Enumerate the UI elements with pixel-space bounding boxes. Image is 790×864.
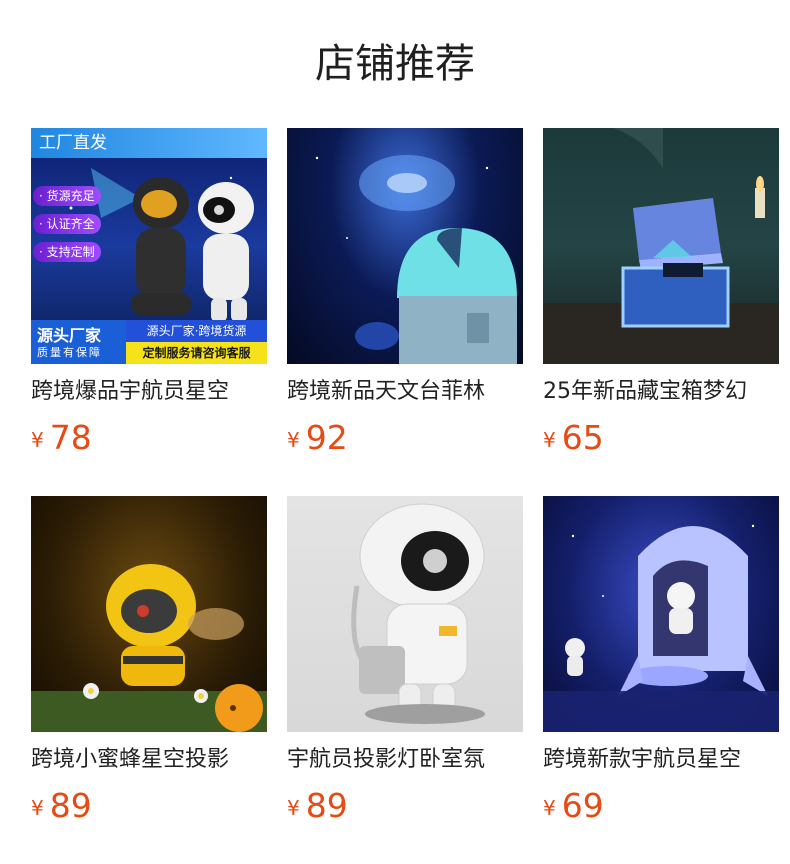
observatory-projector-illustration [315, 155, 517, 364]
feature-tag: · 认证齐全 [33, 214, 101, 234]
cross-border-supply-text: 源头厂家·跨境货源 [126, 320, 267, 342]
price-value: 78 [49, 418, 92, 457]
product-price: ¥89 [31, 786, 92, 826]
product-name[interactable]: 跨境新款宇航员星空 [543, 743, 779, 777]
product-name[interactable]: 25年新品藏宝箱梦幻 [543, 375, 779, 409]
price-value: 89 [305, 786, 348, 825]
rocket-projector-illustration [543, 524, 779, 732]
product-price: ¥69 [543, 786, 604, 826]
feature-tag: · 货源充足 [33, 186, 101, 206]
product-price: ¥65 [543, 418, 604, 458]
factory-direct-badge: 工厂直发 [31, 128, 267, 158]
product-image[interactable] [287, 128, 523, 364]
treasure-chest-illustration [543, 128, 779, 364]
feature-tag: · 支持定制 [33, 242, 101, 262]
product-price: ¥78 [31, 418, 92, 458]
product-image[interactable] [287, 496, 523, 732]
product-card[interactable]: 跨境新款宇航员星空 ¥69 [543, 496, 779, 825]
currency-symbol: ¥ [287, 796, 300, 820]
product-name[interactable]: 宇航员投影灯卧室氛 [287, 743, 523, 777]
currency-symbol: ¥ [543, 796, 556, 820]
custom-service-text: 定制服务请咨询客服 [126, 342, 267, 364]
astronaut-lamp-illustration [351, 503, 485, 724]
product-price: ¥92 [287, 418, 348, 458]
product-card[interactable]: 工厂直发 · 货源充足 · 认证齐全 · 支持定制 源头厂家 质量有保障 源头厂… [31, 128, 267, 457]
product-image[interactable] [543, 496, 779, 732]
product-name[interactable]: 跨境爆品宇航员星空 [31, 375, 267, 409]
currency-symbol: ¥ [31, 428, 44, 452]
product-card[interactable]: 跨境小蜜蜂星空投影 ¥89 [31, 496, 267, 825]
price-value: 92 [305, 418, 348, 457]
price-value: 89 [49, 786, 92, 825]
product-image[interactable] [543, 128, 779, 364]
source-factory-title: 源头厂家 [37, 326, 102, 345]
price-value: 69 [561, 786, 604, 825]
currency-symbol: ¥ [543, 428, 556, 452]
currency-symbol: ¥ [31, 796, 44, 820]
source-factory-banner: 源头厂家 质量有保障 [31, 320, 126, 364]
quality-guarantee-text: 质量有保障 [37, 346, 102, 359]
product-image[interactable] [31, 496, 267, 732]
product-image[interactable]: 工厂直发 · 货源充足 · 认证齐全 · 支持定制 源头厂家 质量有保障 源头厂… [31, 128, 267, 364]
product-name[interactable]: 跨境小蜜蜂星空投影 [31, 743, 267, 777]
product-card[interactable]: 25年新品藏宝箱梦幻 ¥65 [543, 128, 779, 457]
section-title: 店铺推荐 [315, 41, 475, 87]
currency-symbol: ¥ [287, 428, 300, 452]
product-card[interactable]: 跨境新品天文台菲林 ¥92 [287, 128, 523, 457]
product-name[interactable]: 跨境新品天文台菲林 [287, 375, 523, 409]
bee-projector-illustration [31, 564, 267, 732]
product-card[interactable]: 宇航员投影灯卧室氛 ¥89 [287, 496, 523, 825]
price-value: 65 [561, 418, 604, 457]
product-price: ¥89 [287, 786, 348, 826]
